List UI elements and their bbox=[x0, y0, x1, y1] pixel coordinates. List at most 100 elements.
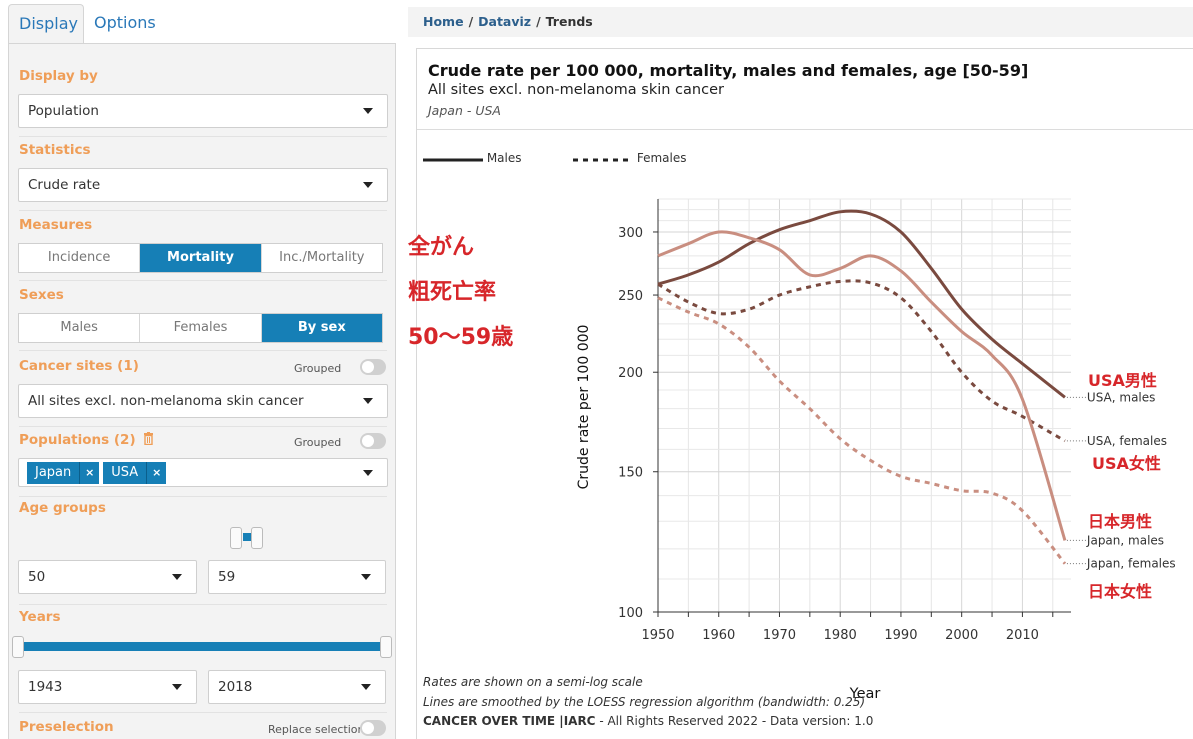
divider bbox=[19, 426, 387, 427]
chart-note-smoothing: Lines are smoothed by the LOESS regressi… bbox=[423, 695, 866, 709]
breadcrumb: Home / Dataviz / Trends bbox=[408, 7, 1193, 37]
legend-females[interactable]: Females bbox=[573, 151, 686, 165]
populations-grouped-label: Grouped bbox=[294, 436, 342, 449]
annotation-heading-2: 粗死亡率 bbox=[408, 280, 497, 305]
breadcrumb-current: Trends bbox=[545, 14, 593, 29]
statistics-select[interactable]: Crude rate bbox=[18, 168, 388, 202]
age-to-select[interactable]: 59 bbox=[208, 560, 386, 594]
footer-brand: CANCER OVER TIME |IARC bbox=[423, 714, 596, 728]
chevron-down-icon bbox=[363, 398, 373, 404]
chevron-down-icon bbox=[361, 684, 371, 690]
chevron-down-icon bbox=[363, 182, 373, 188]
divider bbox=[19, 350, 387, 351]
replace-selection-label: Replace selection bbox=[268, 723, 365, 736]
years-label: Years bbox=[19, 609, 61, 625]
trash-icon[interactable] bbox=[143, 432, 154, 449]
years-slider-from-handle[interactable] bbox=[12, 636, 24, 658]
remove-chip-icon[interactable]: × bbox=[79, 461, 100, 484]
age-groups-label: Age groups bbox=[19, 500, 106, 516]
population-chip-label: USA bbox=[103, 461, 147, 484]
measures-toggle: Incidence Mortality Inc./Mortality bbox=[18, 243, 383, 273]
measure-inc-mortality-button[interactable]: Inc./Mortality bbox=[262, 244, 382, 272]
divider bbox=[19, 604, 387, 605]
populations-grouped-toggle[interactable] bbox=[360, 433, 386, 449]
annotation-usa-female: USA女性 bbox=[1092, 454, 1161, 473]
chart-note-scale: Rates are shown on a semi-log scale bbox=[423, 675, 643, 689]
breadcrumb-dataviz-link[interactable]: Dataviz bbox=[478, 14, 531, 29]
chart-subtitle: All sites excl. non-melanoma skin cancer bbox=[428, 82, 724, 98]
divider bbox=[19, 712, 387, 713]
divider bbox=[19, 136, 387, 137]
display-by-label: Display by bbox=[19, 68, 98, 84]
footer: CANCER OVER TIME |IARC - All Rights Rese… bbox=[423, 714, 873, 728]
chevron-down-icon bbox=[363, 108, 373, 114]
populations-label: Populations (2) bbox=[19, 432, 154, 449]
tab-display[interactable]: Display bbox=[8, 4, 84, 44]
measures-label: Measures bbox=[19, 217, 93, 233]
annotation-usa-male: USA男性 bbox=[1088, 371, 1157, 390]
breadcrumb-home-link[interactable]: Home bbox=[423, 14, 464, 29]
years-slider-to-handle[interactable] bbox=[380, 636, 392, 658]
cancer-sites-value: All sites excl. non-melanoma skin cancer bbox=[28, 393, 304, 409]
statistics-label: Statistics bbox=[19, 142, 91, 158]
divider bbox=[19, 280, 387, 281]
chart-populations: Japan - USA bbox=[428, 103, 501, 118]
chart-card bbox=[416, 48, 1193, 739]
divider bbox=[417, 129, 1193, 130]
footer-copyright: - All Rights Reserved 2022 - Data versio… bbox=[595, 714, 874, 728]
breadcrumb-separator: / bbox=[468, 14, 474, 29]
annotation-heading-3: 50～59歳 bbox=[408, 325, 514, 350]
chevron-down-icon bbox=[361, 574, 371, 580]
population-chip: Japan × bbox=[27, 461, 100, 484]
cancer-sites-grouped-toggle[interactable] bbox=[360, 359, 386, 375]
measure-incidence-button[interactable]: Incidence bbox=[19, 244, 141, 272]
statistics-value: Crude rate bbox=[28, 177, 101, 193]
years-to-value: 2018 bbox=[218, 679, 253, 695]
legend-females-label: Females bbox=[636, 151, 687, 165]
years-to-select[interactable]: 2018 bbox=[208, 670, 386, 704]
replace-selection-toggle[interactable] bbox=[360, 720, 386, 736]
population-chip-label: Japan bbox=[27, 461, 80, 484]
sex-females-button[interactable]: Females bbox=[140, 314, 262, 342]
age-to-value: 59 bbox=[218, 569, 236, 585]
display-by-value: Population bbox=[28, 103, 99, 119]
legend-males[interactable]: Males bbox=[423, 151, 522, 165]
display-panel: Display by Population Statistics Crude r… bbox=[8, 43, 396, 739]
sexes-toggle: Males Females By sex bbox=[18, 313, 383, 343]
preselection-label: Preselection bbox=[19, 719, 114, 735]
annotation-heading-1: 全がん bbox=[408, 235, 475, 260]
age-from-value: 50 bbox=[28, 569, 46, 585]
annotation-japan-female: 日本女性 bbox=[1088, 582, 1153, 601]
breadcrumb-separator: / bbox=[536, 14, 541, 29]
populations-select[interactable]: Japan × USA × bbox=[18, 458, 388, 487]
legend-dotted-line-icon bbox=[573, 158, 631, 161]
cancer-sites-label: Cancer sites (1) bbox=[19, 358, 139, 374]
cancer-sites-grouped-label: Grouped bbox=[294, 362, 342, 375]
chevron-down-icon bbox=[172, 684, 182, 690]
populations-label-text: Populations (2) bbox=[19, 432, 136, 448]
chevron-down-icon bbox=[363, 469, 373, 476]
legend-solid-line-icon bbox=[423, 158, 483, 161]
years-slider-track bbox=[19, 642, 387, 651]
sex-by-sex-button[interactable]: By sex bbox=[261, 314, 382, 342]
left-panel: Display Options Display by Population St… bbox=[0, 0, 406, 739]
age-slider-to-handle[interactable] bbox=[251, 527, 263, 549]
remove-chip-icon[interactable]: × bbox=[146, 461, 167, 484]
cancer-sites-select[interactable]: All sites excl. non-melanoma skin cancer bbox=[18, 384, 388, 418]
tab-options[interactable]: Options bbox=[94, 4, 156, 44]
age-slider-from-handle[interactable] bbox=[230, 527, 242, 549]
years-from-value: 1943 bbox=[28, 679, 63, 695]
years-from-select[interactable]: 1943 bbox=[18, 670, 197, 704]
measure-mortality-button[interactable]: Mortality bbox=[140, 244, 262, 272]
age-from-select[interactable]: 50 bbox=[18, 560, 197, 594]
sexes-label: Sexes bbox=[19, 287, 64, 303]
divider bbox=[19, 496, 387, 497]
legend-males-label: Males bbox=[486, 151, 522, 165]
divider bbox=[19, 210, 387, 211]
chevron-down-icon bbox=[172, 574, 182, 580]
annotation-japan-male: 日本男性 bbox=[1088, 512, 1153, 531]
population-chip: USA × bbox=[103, 461, 167, 484]
sex-males-button[interactable]: Males bbox=[19, 314, 141, 342]
chart-title: Crude rate per 100 000, mortality, males… bbox=[428, 61, 1029, 80]
display-by-select[interactable]: Population bbox=[18, 94, 388, 128]
